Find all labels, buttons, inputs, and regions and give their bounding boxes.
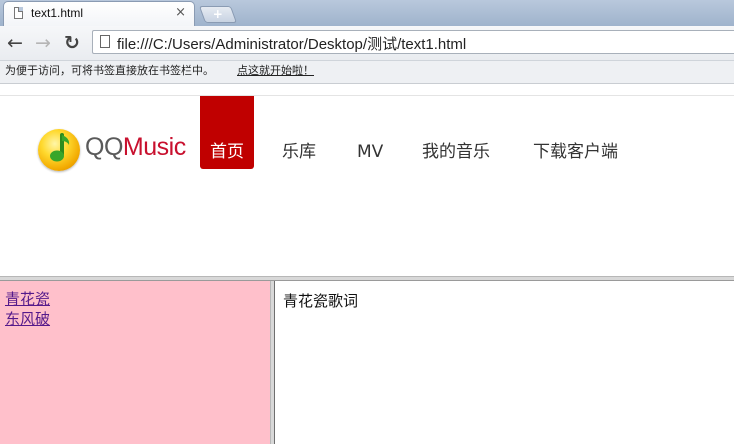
- song-link-qinghuaci[interactable]: 青花瓷: [5, 289, 50, 309]
- song-link-dongfengpo[interactable]: 东风破: [5, 309, 50, 329]
- browser-toolbar: ← → ↻ file:///C:/Users/Administrator/Des…: [0, 26, 734, 61]
- nav-download-client[interactable]: 下载客户端: [533, 96, 618, 169]
- nav-my-music[interactable]: 我的音乐: [422, 96, 490, 169]
- bookmark-prompt: 为便于访问，可将书签直接放在书签栏中。: [5, 64, 214, 77]
- left-frame: 青花瓷 东风破: [0, 281, 270, 444]
- page-icon: [14, 7, 23, 19]
- logo-music-text: Music: [122, 133, 186, 161]
- bookmark-bar: 为便于访问，可将书签直接放在书签栏中。 点这就开始啦！: [0, 61, 734, 84]
- top-frame: QQMusic 首页 乐库 MV 我的音乐 下载客户端: [0, 84, 734, 276]
- tab-title: text1.html: [31, 6, 84, 20]
- reload-button[interactable]: ↻: [61, 32, 83, 54]
- nav-mv[interactable]: MV: [357, 96, 383, 169]
- lyrics-content: 青花瓷歌词: [283, 292, 359, 310]
- logo-text: QQMusic: [85, 133, 186, 162]
- nav-library[interactable]: 乐库: [282, 96, 316, 169]
- bookmark-start-link[interactable]: 点这就开始啦！: [237, 61, 314, 81]
- tab-close-icon[interactable]: ×: [175, 5, 186, 20]
- music-note-icon: [50, 133, 70, 162]
- plus-icon: +: [212, 7, 223, 21]
- nav-home[interactable]: 首页: [200, 96, 254, 169]
- new-tab-button[interactable]: +: [198, 6, 238, 23]
- forward-button[interactable]: →: [32, 32, 54, 54]
- qq-music-logo[interactable]: QQMusic: [38, 127, 188, 177]
- browser-tab[interactable]: text1.html ×: [3, 1, 195, 26]
- title-bar: text1.html × +: [0, 0, 734, 26]
- right-frame: 青花瓷歌词: [275, 281, 734, 444]
- address-bar[interactable]: file:///C:/Users/Administrator/Desktop/测…: [92, 30, 734, 54]
- logo-qq-text: QQ: [85, 133, 123, 161]
- document-icon: [100, 35, 110, 48]
- url-text: file:///C:/Users/Administrator/Desktop/测…: [117, 36, 467, 53]
- back-button[interactable]: ←: [4, 32, 26, 54]
- song-links: 青花瓷 东风破: [0, 289, 50, 329]
